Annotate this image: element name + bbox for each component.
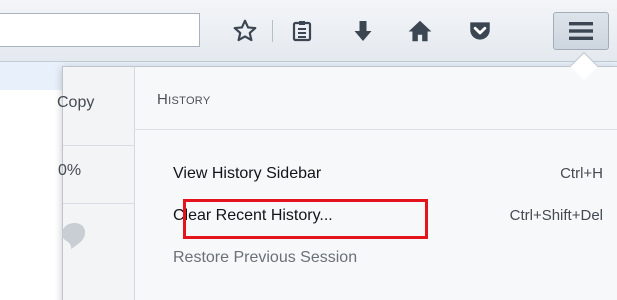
- restore-previous-session-item[interactable]: Restore Previous Session: [173, 249, 603, 279]
- left-divider: [63, 203, 135, 204]
- home-icon[interactable]: [403, 14, 437, 48]
- url-bar[interactable]: [0, 13, 200, 47]
- view-history-sidebar-item[interactable]: View History Sidebar Ctrl+H: [173, 165, 603, 195]
- menu-panel: Copy 0% History View History Sidebar Ctr…: [57, 66, 617, 300]
- menu-item-label: View History Sidebar: [173, 165, 322, 182]
- pocket-icon[interactable]: [463, 14, 497, 48]
- menu-item-label: Restore Previous Session: [173, 249, 358, 266]
- menu-item-shortcut: Ctrl+H: [560, 165, 603, 182]
- hamburger-menu-icon: [569, 22, 593, 40]
- toolbar-separator: [272, 20, 273, 42]
- left-divider: [63, 145, 135, 146]
- bookmark-star-icon[interactable]: [228, 14, 262, 48]
- copy-button-label[interactable]: Copy: [57, 94, 129, 112]
- history-subview: History View History Sidebar Ctrl+H Clea…: [135, 67, 617, 300]
- highlight-annotation: [183, 199, 428, 239]
- reading-list-icon[interactable]: [285, 14, 319, 48]
- history-header: History: [157, 91, 211, 108]
- zoom-level: 0%: [58, 162, 82, 179]
- panel-left-column: Copy 0%: [57, 67, 135, 300]
- menu-item-shortcut: Ctrl+Shift+Del: [509, 207, 603, 224]
- open-menu-button[interactable]: [553, 12, 609, 50]
- navigation-toolbar: [0, 0, 617, 62]
- header-divider: [135, 129, 617, 130]
- customize-icon[interactable]: [59, 219, 89, 258]
- browser-window: Copy 0% History View History Sidebar Ctr…: [0, 0, 617, 300]
- downloads-icon[interactable]: [346, 14, 380, 48]
